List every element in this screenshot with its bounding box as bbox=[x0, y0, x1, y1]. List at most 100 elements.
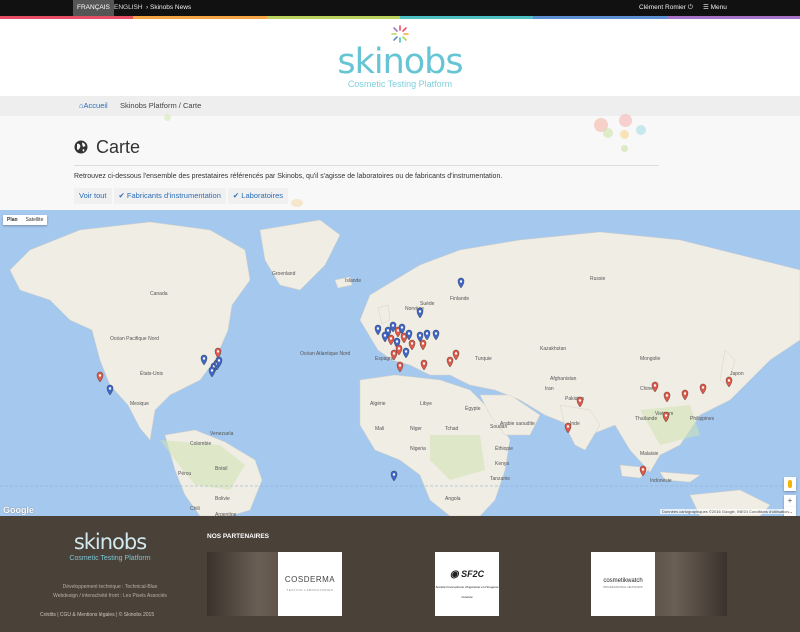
map-attribution[interactable]: Données cartographiques ©2016 Google, IN… bbox=[660, 509, 791, 514]
hamburger-icon: ☰ bbox=[703, 4, 709, 11]
laboratory-marker-icon[interactable] bbox=[96, 371, 104, 383]
partner-sf2c-logo[interactable]: ◉ SF2C Société Francophone d'Ingénierie e… bbox=[435, 552, 499, 616]
news-link[interactable]: › Skinobs News bbox=[146, 0, 191, 16]
street-view-pegman-icon[interactable] bbox=[784, 477, 796, 491]
check-icon: ✔ bbox=[118, 191, 125, 200]
map-label: Brésil bbox=[215, 466, 228, 472]
color-strip bbox=[0, 16, 800, 19]
footer-brand-tagline: Cosmetic Testing Platform bbox=[69, 555, 151, 562]
filter-labs-button[interactable]: ✔ Laboratoires bbox=[227, 188, 288, 204]
instrument-maker-marker-icon[interactable] bbox=[390, 470, 398, 482]
menu-button[interactable]: ☰ Menu bbox=[703, 0, 727, 16]
map-label: Islande bbox=[345, 278, 361, 284]
footer-logo[interactable]: skinobs Cosmetic Testing Platform bbox=[40, 530, 180, 562]
map-canvas: Groenland Canada États-Unis Mexique Brésil Ru… bbox=[0, 219, 800, 516]
world-map[interactable]: Groenland Canada États-Unis Mexique Brésil Ru… bbox=[0, 210, 800, 516]
map-label: Océan Pacifique Nord bbox=[110, 336, 159, 342]
menu-label: Menu bbox=[710, 4, 727, 11]
page-title-text: Carte bbox=[96, 137, 141, 157]
map-label: Turquie bbox=[475, 356, 492, 362]
footer-brand-name: skinobs bbox=[73, 530, 147, 554]
instrument-maker-marker-icon[interactable] bbox=[208, 366, 216, 378]
map-label: Inde bbox=[570, 421, 580, 427]
check-icon: ✔ bbox=[232, 191, 240, 200]
breadcrumb-current: Skinobs Platform / Carte bbox=[120, 101, 202, 110]
user-name: Clément Romier bbox=[639, 4, 686, 11]
breadcrumb-home-link[interactable]: ⌂Accueil bbox=[79, 96, 108, 116]
partner-cosmetikwatch-name: cosmetikwatch bbox=[603, 578, 643, 584]
map-label: Chili bbox=[190, 506, 200, 512]
map-label: Libye bbox=[420, 401, 432, 407]
map-label: Niger bbox=[410, 426, 422, 432]
map-label: Groenland bbox=[272, 271, 296, 277]
filter-labs-label: Laboratoires bbox=[241, 191, 283, 200]
filter-buttons: Voir tout ✔ Fabricants d'instrumentation… bbox=[74, 188, 288, 204]
language-french-link[interactable]: FRANÇAIS bbox=[73, 0, 114, 16]
breadcrumb: ⌂Accueil Skinobs Platform / Carte bbox=[0, 96, 800, 116]
greenland-shape bbox=[259, 219, 341, 291]
map-label: Bolivie bbox=[215, 496, 230, 502]
partner-cosderma-logo[interactable]: COSDERMA TESTING LABORATORIES bbox=[278, 552, 342, 616]
globe-icon bbox=[74, 137, 88, 154]
brand-name: skinobs bbox=[337, 42, 463, 82]
color-strip-segment bbox=[399, 16, 534, 19]
filter-all-button[interactable]: Voir tout bbox=[74, 188, 112, 204]
color-strip-segment bbox=[533, 16, 667, 19]
map-label: Canada bbox=[150, 291, 168, 297]
footer-dev-credit: Développement technique : Technical-Blue bbox=[62, 584, 158, 590]
partner-sf2c-name: SF2C bbox=[461, 568, 485, 579]
power-icon: ⏻ bbox=[687, 4, 693, 11]
map-label: Arabie saoudite bbox=[500, 421, 535, 427]
map-label: Éthiopie bbox=[495, 445, 513, 452]
map-label: Tchad bbox=[445, 426, 459, 432]
filter-instruments-button[interactable]: ✔ Fabricants d'instrumentation bbox=[113, 188, 226, 204]
decorative-bubble bbox=[619, 114, 632, 127]
laboratory-marker-icon[interactable] bbox=[396, 361, 404, 373]
map-label: Kazakhstan bbox=[540, 346, 566, 352]
title-divider bbox=[74, 165, 659, 166]
footer-design-credit: Webdesign / interactivité front : Les Pi… bbox=[53, 593, 167, 599]
map-label: Mali bbox=[375, 426, 384, 432]
color-strip-segment bbox=[666, 16, 800, 19]
map-type-plan-button[interactable]: Plan bbox=[3, 215, 22, 225]
instrument-maker-marker-icon[interactable] bbox=[106, 384, 114, 396]
color-strip-segment bbox=[0, 16, 134, 19]
map-type-satellite-button[interactable]: Satellite bbox=[22, 215, 48, 225]
decorative-bubble bbox=[603, 128, 613, 138]
map-label: Indonésie bbox=[650, 478, 672, 484]
filter-instruments-label: Fabricants d'instrumentation bbox=[126, 191, 221, 200]
map-label: Pérou bbox=[178, 471, 192, 477]
google-logo: Google bbox=[3, 505, 34, 515]
footer-legal-links[interactable]: Crédits | CGU & Mentions légales | © Ski… bbox=[40, 612, 154, 618]
partner-cosmetikwatch-sub: PROFESSIONAL NETWORK bbox=[603, 585, 643, 589]
map-label: Nigeria bbox=[410, 446, 426, 452]
map-label: Mexique bbox=[130, 401, 149, 407]
map-label: Algérie bbox=[370, 401, 386, 407]
partner-cosmetikwatch-logo[interactable]: cosmetikwatch PROFESSIONAL NETWORK bbox=[591, 552, 655, 616]
decorative-bubble bbox=[164, 114, 171, 121]
map-label: Venezuela bbox=[210, 431, 234, 437]
map-label: Philippines bbox=[690, 416, 715, 422]
map-label: Chine bbox=[640, 386, 653, 392]
brand-tagline: Cosmetic Testing Platform bbox=[347, 79, 453, 89]
partner-cosderma-name: COSDERMA bbox=[284, 575, 336, 584]
map-label: Mongolie bbox=[640, 356, 661, 362]
zoom-in-button[interactable]: + bbox=[784, 495, 796, 507]
map-label: Océan Atlantique Nord bbox=[300, 351, 351, 357]
map-label: Malaisie bbox=[640, 451, 659, 457]
color-strip-segment bbox=[133, 16, 267, 19]
map-label: Finlande bbox=[450, 296, 469, 302]
map-label: Kenya bbox=[495, 461, 509, 467]
map-label: Tanzanie bbox=[490, 476, 510, 482]
top-bar: FRANÇAIS ENGLISH › Skinobs News Clément … bbox=[0, 0, 800, 16]
decorative-bubble bbox=[620, 130, 629, 139]
decorative-bubble bbox=[636, 125, 646, 135]
site-logo[interactable]: skinobs Cosmetic Testing Platform bbox=[0, 24, 800, 89]
decorative-bubble bbox=[621, 145, 628, 152]
map-label: Colombie bbox=[190, 441, 211, 447]
map-label: Russie bbox=[590, 276, 606, 282]
intro-text: Retrouvez ci-dessous l'ensemble des pres… bbox=[74, 173, 503, 180]
user-account-link[interactable]: Clément Romier ⏻ bbox=[639, 0, 693, 16]
language-english-link[interactable]: ENGLISH bbox=[110, 0, 147, 16]
map-label: États-Unis bbox=[140, 370, 164, 377]
